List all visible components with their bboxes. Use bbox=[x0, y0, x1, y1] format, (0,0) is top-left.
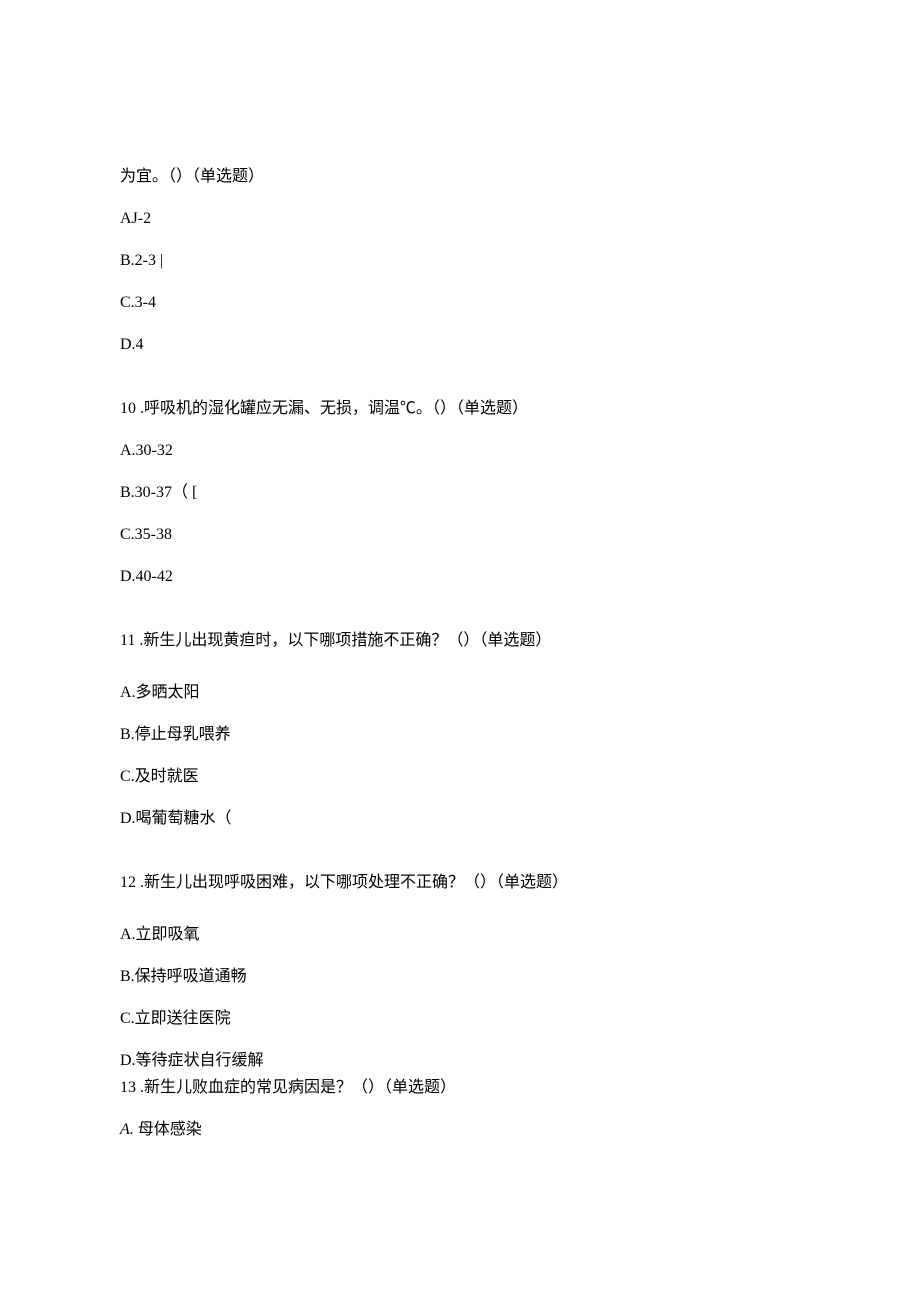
q12-option-a: A.立即吸氧 bbox=[120, 923, 800, 947]
q9-option-c: C.3-4 bbox=[120, 291, 800, 315]
q13-option-a-prefix: A. bbox=[120, 1121, 134, 1138]
q12-option-b: B.保持呼吸道通畅 bbox=[120, 965, 800, 989]
q10-stem: 10 .呼吸机的湿化罐应无漏、无损，调温℃。（）（单选题） bbox=[120, 397, 800, 421]
q11-option-b: B.停止母乳喂养 bbox=[120, 723, 800, 747]
q13-stem: 13 .新生儿败血症的常见病因是？（）（单选题） bbox=[120, 1076, 800, 1100]
q11-option-a: A.多晒太阳 bbox=[120, 681, 800, 705]
q11-option-c: C.及时就医 bbox=[120, 765, 800, 789]
q10-option-b: B.30-37（ [ bbox=[120, 481, 800, 505]
q10-option-c: C.35-38 bbox=[120, 523, 800, 547]
q9-stem-continuation: 为宜。（）（单选题） bbox=[120, 165, 800, 189]
q12-option-d: D.等待症状自行缓解 bbox=[120, 1049, 800, 1073]
q12-option-c: C.立即送往医院 bbox=[120, 1007, 800, 1031]
q13-option-a-text: 母体感染 bbox=[134, 1121, 202, 1138]
q13-option-a: A. 母体感染 bbox=[120, 1118, 800, 1142]
q9-option-a: AJ-2 bbox=[120, 207, 800, 231]
q10-option-d: D.40-42 bbox=[120, 565, 800, 589]
q10-option-a: A.30-32 bbox=[120, 439, 800, 463]
q11-stem: 11 .新生儿出现黄疸时，以下哪项措施不正确？（）（单选题） bbox=[120, 629, 800, 653]
q9-option-b: B.2-3 | bbox=[120, 249, 800, 273]
q12-stem: 12 .新生儿出现呼吸困难，以下哪项处理不正确？（）（单选题） bbox=[120, 871, 800, 895]
q11-option-d: D.喝葡萄糖水（ bbox=[120, 807, 800, 831]
q9-option-d: D.4 bbox=[120, 333, 800, 357]
